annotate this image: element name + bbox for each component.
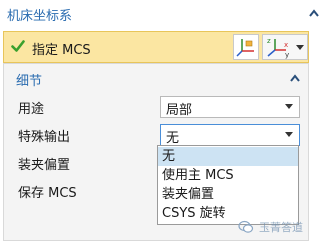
chevron-down-icon [296,45,304,50]
chevron-up-icon [290,74,300,82]
save-mcs-label: 保存 MCS [18,186,77,201]
details-title: 细节 [16,74,43,89]
chevron-down-icon [285,132,293,137]
panel-title: 机床坐标系 [7,9,73,24]
wechat-logo-icon [238,220,254,233]
purpose-label: 用途 [18,102,45,117]
fixture-offset-label: 装夹偏置 [18,158,71,173]
watermark: 玉菁答道 [238,218,330,236]
special-output-dropdown: 无 使用主 MCS 装夹偏置 CSYS 旋转 [157,145,299,225]
purpose-select-value: 局部 [166,103,193,118]
dropdown-option[interactable]: 无 [158,147,298,166]
specify-mcs-row[interactable]: 指定 MCS z x y [3,31,309,63]
dropdown-option[interactable]: 装夹偏置 [158,185,298,204]
dropdown-option[interactable]: 使用主 MCS [158,166,298,185]
purpose-select[interactable]: 局部 [160,96,300,118]
check-icon [11,40,25,52]
watermark-text: 玉菁答道 [259,221,303,234]
svg-text:x: x [284,41,288,49]
collapse-panel-button[interactable] [307,6,321,20]
panel-header: 机床坐标系 [0,0,331,28]
special-output-label: 特殊输出 [18,130,71,145]
specify-mcs-label: 指定 MCS [32,43,91,58]
csys-dialog-icon [236,39,254,57]
svg-text:y: y [285,51,289,59]
special-output-select-value: 无 [166,131,180,146]
axes-dropdown-button[interactable]: z x y [262,34,308,60]
csys-dialog-button[interactable] [233,34,259,60]
svg-text:z: z [267,37,271,45]
chevron-down-icon [285,104,293,109]
special-output-select[interactable]: 无 [160,124,300,146]
xyz-axes-icon: z x y [267,37,289,59]
collapse-details-button[interactable] [288,71,302,85]
chevron-up-icon [309,9,319,17]
